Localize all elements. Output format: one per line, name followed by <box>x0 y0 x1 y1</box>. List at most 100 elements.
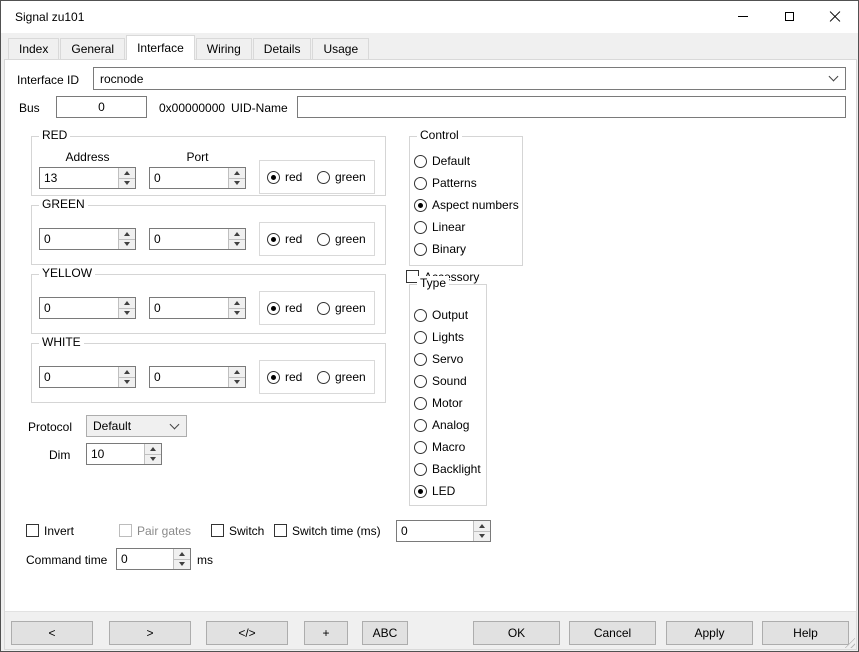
red-address-input[interactable] <box>40 168 118 188</box>
green-red-radio[interactable]: red <box>267 232 302 246</box>
type-lights-radio[interactable]: Lights <box>414 330 464 344</box>
code-button[interactable]: </> <box>206 621 288 645</box>
help-button[interactable]: Help <box>762 621 849 645</box>
plus-button[interactable]: + <box>304 621 348 645</box>
type-analog-radio[interactable]: Analog <box>414 418 469 432</box>
spin-down-button[interactable] <box>119 377 135 388</box>
spin-down-button[interactable] <box>145 454 161 465</box>
interface-id-select[interactable]: rocnode <box>93 67 846 90</box>
spin-down-button[interactable] <box>119 308 135 319</box>
invert-checkbox[interactable]: Invert <box>26 524 74 538</box>
arrow-up-icon <box>234 171 240 175</box>
white-green-radio[interactable]: green <box>317 370 366 384</box>
spin-down-button[interactable] <box>119 239 135 250</box>
white-port-input[interactable] <box>150 367 228 387</box>
spin-down-button[interactable] <box>229 308 245 319</box>
type-macro-radio[interactable]: Macro <box>414 440 465 454</box>
type-sound-radio[interactable]: Sound <box>414 374 467 388</box>
titlebar[interactable]: Signal zu101 <box>1 1 858 33</box>
chevron-down-icon <box>170 419 180 429</box>
tab-details[interactable]: Details <box>253 38 312 59</box>
spin-up-button[interactable] <box>119 168 135 178</box>
white-address-input[interactable] <box>40 367 118 387</box>
green-port-input[interactable] <box>150 229 228 249</box>
spin-down-button[interactable] <box>174 559 190 570</box>
red-port-spinner[interactable] <box>149 167 246 189</box>
red-red-radio[interactable]: red <box>267 170 302 184</box>
green-green-radio[interactable]: green <box>317 232 366 246</box>
switch-checkbox[interactable]: Switch <box>211 524 264 538</box>
red-green-radio[interactable]: green <box>317 170 366 184</box>
command-time-spinner[interactable] <box>116 548 191 570</box>
switch-time-checkbox[interactable]: Switch time (ms) <box>274 524 381 538</box>
control-binary-radio[interactable]: Binary <box>414 242 466 256</box>
tab-wiring[interactable]: Wiring <box>196 38 252 59</box>
spin-up-button[interactable] <box>174 549 190 559</box>
nav-next-button[interactable]: > <box>109 621 191 645</box>
white-red-radio[interactable]: red <box>267 370 302 384</box>
tab-general[interactable]: General <box>60 38 125 59</box>
spin-down-button[interactable] <box>229 377 245 388</box>
yellow-port-spinner[interactable] <box>149 297 246 319</box>
arrow-down-icon <box>179 562 185 566</box>
radio-icon <box>414 177 427 190</box>
interface-id-label: Interface ID <box>17 73 79 87</box>
green-address-spinner[interactable] <box>39 228 136 250</box>
command-time-input[interactable] <box>117 549 173 569</box>
uid-name-input[interactable] <box>297 96 846 118</box>
control-aspect-numbers-radio[interactable]: Aspect numbers <box>414 198 519 212</box>
spin-up-button[interactable] <box>119 229 135 239</box>
spin-up-button[interactable] <box>145 444 161 454</box>
switch-time-spinner[interactable] <box>396 520 491 542</box>
red-address-spinner[interactable] <box>39 167 136 189</box>
spin-up-button[interactable] <box>474 521 490 531</box>
tab-index[interactable]: Index <box>8 38 59 59</box>
spin-down-button[interactable] <box>474 531 490 542</box>
red-port-input[interactable] <box>150 168 228 188</box>
yellow-address-input[interactable] <box>40 298 118 318</box>
control-linear-radio[interactable]: Linear <box>414 220 465 234</box>
abc-button[interactable]: ABC <box>362 621 408 645</box>
close-button[interactable] <box>812 1 858 32</box>
maximize-button[interactable] <box>766 1 812 32</box>
arrow-down-icon <box>124 242 130 246</box>
type-motor-radio[interactable]: Motor <box>414 396 463 410</box>
green-port-spinner[interactable] <box>149 228 246 250</box>
bus-input[interactable] <box>56 96 147 118</box>
cancel-button[interactable]: Cancel <box>569 621 656 645</box>
type-output-radio[interactable]: Output <box>414 308 468 322</box>
nav-prev-button[interactable]: < <box>11 621 93 645</box>
yellow-green-radio[interactable]: green <box>317 301 366 315</box>
ok-button[interactable]: OK <box>473 621 560 645</box>
type-backlight-radio[interactable]: Backlight <box>414 462 481 476</box>
spin-up-button[interactable] <box>119 367 135 377</box>
spin-up-button[interactable] <box>229 367 245 377</box>
protocol-select[interactable]: Default <box>86 415 187 437</box>
spin-down-button[interactable] <box>229 178 245 189</box>
switch-time-input[interactable] <box>397 521 473 541</box>
control-patterns-radio[interactable]: Patterns <box>414 176 477 190</box>
spin-up-button[interactable] <box>119 298 135 308</box>
spin-up-button[interactable] <box>229 229 245 239</box>
arrow-down-icon <box>150 457 156 461</box>
yellow-red-radio[interactable]: red <box>267 301 302 315</box>
control-default-radio[interactable]: Default <box>414 154 470 168</box>
spin-up-button[interactable] <box>229 298 245 308</box>
white-port-spinner[interactable] <box>149 366 246 388</box>
spin-up-button[interactable] <box>229 168 245 178</box>
type-led-radio[interactable]: LED <box>414 484 455 498</box>
dim-input[interactable] <box>87 444 144 464</box>
green-address-input[interactable] <box>40 229 118 249</box>
yellow-port-input[interactable] <box>150 298 228 318</box>
type-servo-radio[interactable]: Servo <box>414 352 463 366</box>
spin-down-button[interactable] <box>229 239 245 250</box>
dim-spinner[interactable] <box>86 443 162 465</box>
apply-button[interactable]: Apply <box>666 621 753 645</box>
white-address-spinner[interactable] <box>39 366 136 388</box>
tab-usage[interactable]: Usage <box>312 38 369 59</box>
spin-down-button[interactable] <box>119 178 135 189</box>
yellow-address-spinner[interactable] <box>39 297 136 319</box>
tab-interface[interactable]: Interface <box>126 35 195 60</box>
minimize-button[interactable] <box>720 1 766 32</box>
arrow-up-icon <box>124 171 130 175</box>
